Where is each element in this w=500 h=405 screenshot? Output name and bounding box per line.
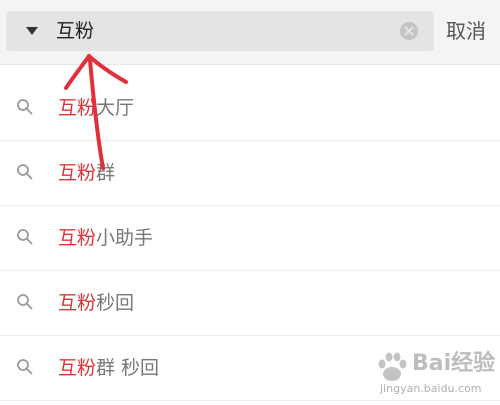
suggestion-rest: 大厅 [96,97,135,119]
suggestion-rest: 秒回 [96,292,135,314]
paw-logo-icon [378,352,407,381]
triangle-down-icon[interactable] [26,27,38,35]
search-input[interactable]: 互粉 [56,19,94,43]
suggestion-text: 互粉秒回 [58,290,134,316]
search-bar: 互粉 取消 [0,0,500,65]
suggestion-text: 互粉小助手 [58,225,153,251]
list-item[interactable]: 互粉秒回 [0,271,500,336]
search-box[interactable]: 互粉 [6,11,434,51]
search-icon [17,229,33,245]
suggestion-rest: 群 秒回 [96,357,160,379]
watermark-url: jingyan.baidu.com [380,382,482,395]
suggestion-text: 互粉大厅 [58,95,134,121]
suggestion-highlight: 互粉 [58,162,97,184]
suggestion-text: 互粉群 秒回 [58,355,159,381]
suggestion-rest: 群 [96,162,116,184]
search-icon [17,99,33,115]
watermark-logo-text: Bai经验 [412,351,496,376]
watermark: Bai经验 jingyan.baidu.com [372,348,496,400]
clear-icon[interactable] [400,22,418,40]
suggestion-text: 互粉群 [58,160,115,186]
suggestion-highlight: 互粉 [58,292,97,314]
search-icon [17,164,33,180]
suggestion-rest: 小助手 [96,227,154,249]
search-icon [17,294,33,310]
suggestion-highlight: 互粉 [58,227,97,249]
suggestion-highlight: 互粉 [58,97,97,119]
list-item[interactable]: 互粉大厅 [0,76,500,141]
suggestion-highlight: 互粉 [58,357,97,379]
list-item[interactable]: 互粉小助手 [0,206,500,271]
list-item[interactable]: 互粉群 [0,141,500,206]
search-icon [17,359,33,375]
cancel-button[interactable]: 取消 [446,19,486,43]
